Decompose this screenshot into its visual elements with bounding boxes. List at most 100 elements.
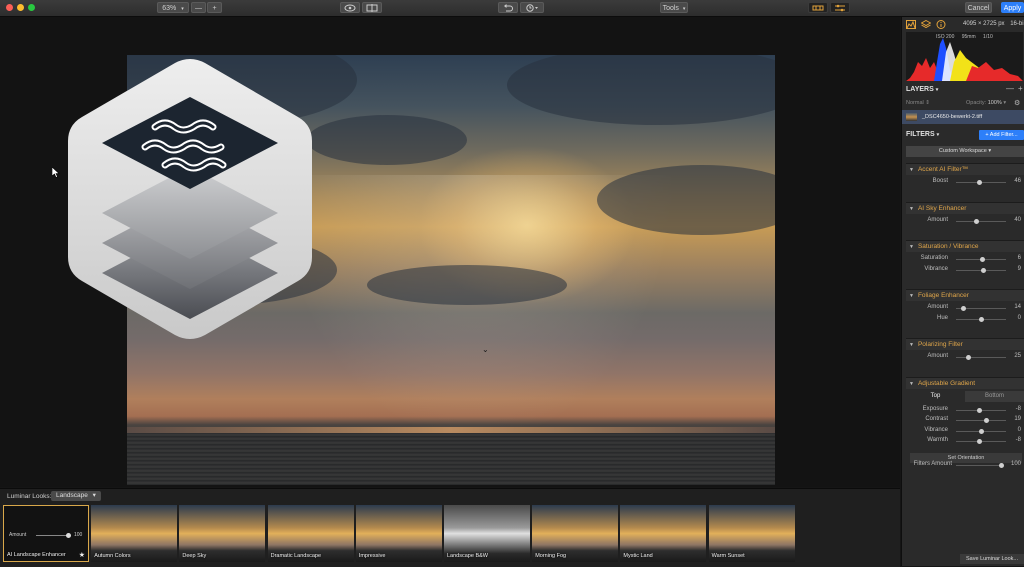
- slider-knob[interactable]: [978, 316, 984, 322]
- slider-track[interactable]: [956, 355, 1006, 360]
- histogram-icon[interactable]: [906, 20, 916, 29]
- slider-track[interactable]: [956, 316, 1006, 322]
- slider-vibrance[interactable]: Vibrance 9: [906, 265, 1024, 275]
- slider-value: 6: [1017, 255, 1021, 261]
- filmstrip-toggle-button[interactable]: [808, 2, 828, 13]
- zoom-select[interactable]: 63% ▾: [157, 2, 189, 13]
- opacity-control[interactable]: Opacity: 100% ▾: [966, 100, 1006, 106]
- collapse-triangle-icon[interactable]: ▼: [909, 293, 914, 299]
- compare-button[interactable]: [362, 2, 382, 13]
- minimize-window-button[interactable]: [17, 4, 24, 11]
- look-name: Autumn Colors: [94, 553, 131, 559]
- collapse-triangle-icon[interactable]: ▼: [909, 342, 914, 348]
- slider-saturation[interactable]: Saturation 6: [906, 254, 1024, 264]
- slider-knob[interactable]: [978, 428, 984, 434]
- save-luminar-look-button[interactable]: Save Luminar Look...: [960, 554, 1024, 564]
- add-layer-button[interactable]: +: [1018, 84, 1023, 93]
- look-thumbnail[interactable]: Mystic Land: [620, 505, 707, 562]
- gradient-tab-top[interactable]: Top: [906, 390, 965, 402]
- layers-section-title[interactable]: LAYERS ▾: [906, 86, 938, 93]
- slider-knob[interactable]: [960, 306, 966, 311]
- slider-track[interactable]: [956, 257, 1006, 262]
- favorite-star-icon[interactable]: ★: [79, 551, 85, 559]
- looks-category-select[interactable]: Landscape ▾: [51, 491, 101, 501]
- zoom-window-button[interactable]: [28, 4, 35, 11]
- slider-knob[interactable]: [980, 257, 985, 262]
- slider-knob[interactable]: [966, 355, 971, 360]
- look-thumbnail[interactable]: Dramatic Landscape: [267, 505, 354, 562]
- history-button[interactable]: [520, 2, 544, 13]
- filter-header[interactable]: ▼ Polarizing Filter: [906, 338, 1024, 350]
- add-filter-button[interactable]: + Add Filter...: [979, 130, 1024, 140]
- layers-icon[interactable]: [921, 20, 931, 29]
- look-thumbnail[interactable]: Amount 100 ★ AI Landscape Enhancer: [3, 505, 89, 562]
- apply-button[interactable]: Apply: [1001, 2, 1024, 13]
- slider-knob[interactable]: [66, 533, 71, 538]
- filters-amount-slider[interactable]: Filters Amount 100: [906, 460, 1024, 470]
- slider-hue[interactable]: Hue 0: [906, 314, 1024, 324]
- zoom-out-button[interactable]: —: [191, 2, 206, 13]
- slider-knob[interactable]: [981, 267, 986, 273]
- tools-menu-button[interactable]: Tools ▾: [660, 2, 688, 13]
- collapse-triangle-icon[interactable]: ▼: [909, 206, 914, 212]
- image-canvas[interactable]: ⌄: [0, 17, 900, 487]
- look-thumbnail[interactable]: Impressive: [355, 505, 442, 562]
- filters-toggle-button[interactable]: [830, 2, 850, 13]
- look-thumbnail[interactable]: Deep Sky: [179, 505, 266, 562]
- slider-knob[interactable]: [999, 463, 1004, 468]
- slider-amount[interactable]: Amount 40: [906, 216, 1024, 226]
- gear-icon[interactable]: ⚙: [1014, 99, 1020, 107]
- slider-value: -8: [1015, 437, 1021, 443]
- close-window-button[interactable]: [6, 4, 13, 11]
- look-amount-slider[interactable]: [36, 533, 71, 538]
- slider-amount[interactable]: Amount 25: [906, 352, 1024, 362]
- slider-vibrance[interactable]: Vibrance 0: [906, 426, 1024, 436]
- look-thumbnail[interactable]: Landscape B&W: [444, 505, 530, 562]
- slider-amount[interactable]: Amount 14: [906, 303, 1024, 313]
- collapse-triangle-icon[interactable]: ▼: [909, 167, 914, 173]
- look-thumbnail[interactable]: Autumn Colors: [91, 505, 178, 562]
- slider-contrast[interactable]: Contrast 19: [906, 415, 1024, 425]
- filter-header[interactable]: ▼ Saturation / Vibrance: [906, 240, 1024, 252]
- slider-knob[interactable]: [973, 218, 979, 224]
- slider-track[interactable]: [956, 463, 1004, 468]
- slider-track[interactable]: [956, 428, 1006, 434]
- slider-track[interactable]: [956, 218, 1006, 224]
- slider-track[interactable]: [956, 180, 1006, 185]
- slider-label: Vibrance: [924, 426, 948, 433]
- remove-layer-button[interactable]: —: [1006, 84, 1014, 93]
- info-icon[interactable]: [936, 20, 946, 29]
- look-amount-label: Amount: [9, 532, 27, 538]
- slider-value: 46: [1014, 178, 1021, 184]
- filter-header[interactable]: ▼ Foliage Enhancer: [906, 289, 1024, 301]
- filters-section-title[interactable]: FILTERS ▾: [906, 131, 939, 138]
- exif-info: ISO 200 95mm 1/10: [936, 34, 993, 40]
- preview-toggle-button[interactable]: [340, 2, 360, 13]
- filter-header[interactable]: ▼ Accent AI Filter™: [906, 163, 1024, 175]
- blend-mode-select[interactable]: Normal ⇕: [906, 100, 930, 106]
- undo-button[interactable]: [498, 2, 518, 13]
- slider-track[interactable]: [956, 439, 1006, 444]
- slider-knob[interactable]: [976, 439, 982, 444]
- collapse-triangle-icon[interactable]: ▼: [909, 381, 914, 387]
- collapse-triangle-icon[interactable]: ▼: [909, 244, 914, 250]
- slider-track[interactable]: [956, 418, 1006, 423]
- cancel-button[interactable]: Cancel: [965, 2, 992, 13]
- look-thumbnail[interactable]: Morning Fog: [532, 505, 619, 562]
- look-thumbnail[interactable]: Warm Sunset: [708, 505, 795, 562]
- slider-knob[interactable]: [983, 418, 989, 423]
- filter-header[interactable]: ▼ Adjustable Gradient: [906, 376, 1024, 389]
- slider-boost[interactable]: Boost 46: [906, 177, 1024, 187]
- slider-knob[interactable]: [976, 407, 982, 413]
- zoom-in-button[interactable]: +: [207, 2, 222, 13]
- layer-row[interactable]: _DSC4650-bewerkt-2.tiff: [902, 110, 1024, 124]
- filter-header[interactable]: ▼ AI Sky Enhancer: [906, 201, 1024, 214]
- workspace-select[interactable]: Custom Workspace ▾: [906, 146, 1024, 157]
- slider-track[interactable]: [956, 306, 1006, 311]
- slider-warmth[interactable]: Warmth -8: [906, 436, 1024, 446]
- slider-exposure[interactable]: Exposure -8: [906, 405, 1024, 415]
- slider-track[interactable]: [956, 267, 1006, 273]
- slider-track[interactable]: [956, 407, 1006, 413]
- gradient-tab-bottom[interactable]: Bottom: [965, 390, 1024, 402]
- slider-knob[interactable]: [976, 180, 982, 185]
